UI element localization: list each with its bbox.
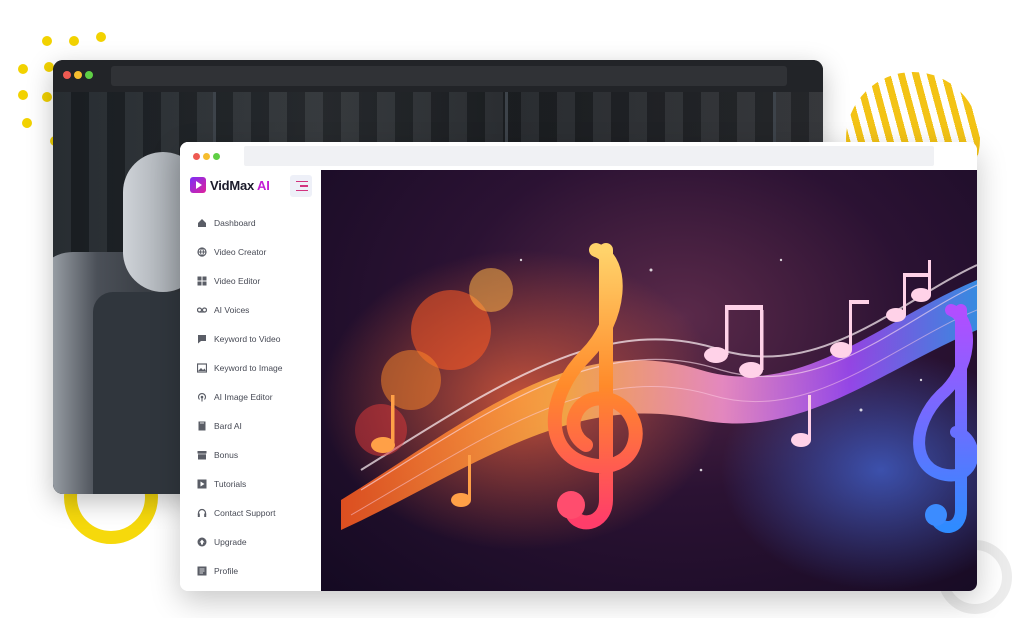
sidebar-item-label: Upgrade <box>214 537 247 547</box>
upgrade-icon <box>197 537 207 547</box>
home-icon <box>197 218 207 228</box>
sidebar-item-keyword-to-image[interactable]: Keyword to Image <box>197 358 315 378</box>
front-window-address-bar <box>244 146 934 166</box>
brand-logo[interactable]: VidMax AI <box>190 175 270 195</box>
vidmax-logo-icon <box>190 177 206 193</box>
sidebar-item-ai-image-editor[interactable]: AI Image Editor <box>197 387 315 407</box>
window-minimize-dot <box>203 153 210 160</box>
gift-icon <box>197 450 207 460</box>
back-window-titlebar <box>53 60 823 92</box>
sidebar-item-upgrade[interactable]: Upgrade <box>197 532 315 552</box>
sidebar-item-ai-voices[interactable]: AI Voices <box>197 300 315 320</box>
window-close-dot <box>63 71 71 79</box>
sidebar-item-label: Video Editor <box>214 276 261 286</box>
window-maximize-dot <box>213 153 220 160</box>
sidebar-item-label: Dashboard <box>214 218 256 228</box>
sidebar-item-label: AI Image Editor <box>214 392 273 402</box>
chat-icon <box>197 334 207 344</box>
headset-icon <box>197 508 207 518</box>
window-maximize-dot <box>85 71 93 79</box>
sidebar-toggle-button[interactable] <box>290 175 312 197</box>
profile-icon <box>197 566 207 576</box>
sidebar-item-label: Keyword to Image <box>214 363 283 373</box>
back-window-address-bar <box>111 66 787 86</box>
book-icon <box>197 421 207 431</box>
image-icon <box>197 363 207 373</box>
sidebar: VidMax AI Dashboard Video Creator Video … <box>180 170 319 591</box>
sidebar-item-dashboard[interactable]: Dashboard <box>197 213 315 233</box>
sidebar-item-bonus[interactable]: Bonus <box>197 445 315 465</box>
window-close-dot <box>193 153 200 160</box>
sidebar-item-label: Video Creator <box>214 247 267 257</box>
sidebar-item-label: Keyword to Video <box>214 334 281 344</box>
sidebar-item-bard-ai[interactable]: Bard AI <box>197 416 315 436</box>
front-window-titlebar <box>180 142 977 170</box>
sidebar-item-label: Profile <box>214 566 239 576</box>
sidebar-item-video-creator[interactable]: Video Creator <box>197 242 315 262</box>
window-minimize-dot <box>74 71 82 79</box>
globe-icon <box>197 247 207 257</box>
brand-name: VidMax AI <box>210 177 270 193</box>
sidebar-item-label: Bonus <box>214 450 239 460</box>
play-icon <box>197 479 207 489</box>
broadcast-icon <box>197 392 207 402</box>
sidebar-item-label: Bard AI <box>214 421 242 431</box>
sidebar-item-contact-support[interactable]: Contact Support <box>197 503 315 523</box>
sidebar-item-label: Tutorials <box>214 479 247 489</box>
sidebar-item-profile[interactable]: Profile <box>197 561 315 581</box>
sidebar-item-keyword-to-video[interactable]: Keyword to Video <box>197 329 315 349</box>
music-notes-artwork <box>321 243 977 590</box>
grid-icon <box>197 276 207 286</box>
voicemail-icon <box>197 305 207 315</box>
sidebar-item-label: AI Voices <box>214 305 250 315</box>
front-browser-window: VidMax AI Dashboard Video Creator Video … <box>180 142 977 591</box>
sidebar-item-tutorials[interactable]: Tutorials <box>197 474 315 494</box>
music-notes-hero-image <box>321 170 977 591</box>
sidebar-item-video-editor[interactable]: Video Editor <box>197 271 315 291</box>
sidebar-item-label: Contact Support <box>214 508 276 518</box>
